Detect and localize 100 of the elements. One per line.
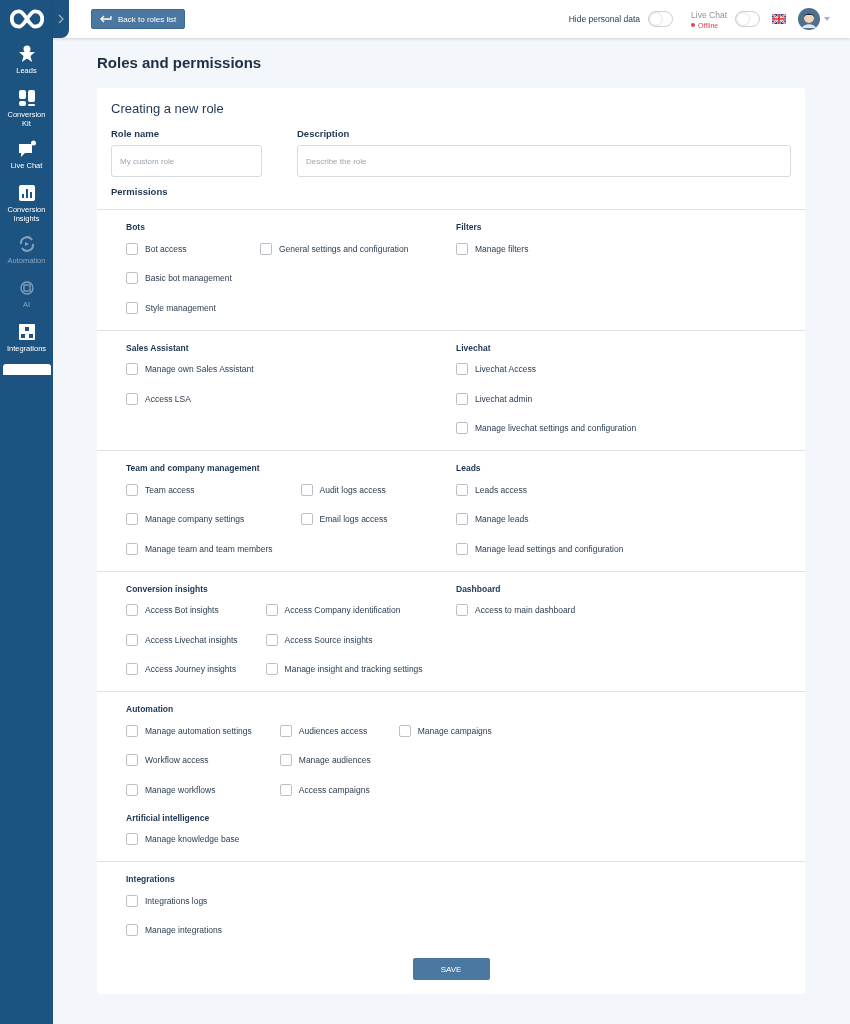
- checkbox[interactable]: [126, 833, 138, 846]
- avatar-icon[interactable]: [798, 8, 820, 30]
- permission-label: Manage company settings: [145, 514, 245, 525]
- permission-label: Access to main dashboard: [475, 605, 576, 616]
- checkbox[interactable]: [398, 724, 411, 737]
- checkbox[interactable]: [126, 272, 138, 285]
- permission-label: Access Journey insights: [145, 664, 237, 675]
- permissions-label: Permissions: [111, 186, 169, 197]
- checkbox[interactable]: [265, 633, 278, 646]
- chip-icon: [17, 279, 36, 297]
- checkbox[interactable]: [265, 663, 278, 676]
- group-title: Conversion insights: [126, 582, 209, 596]
- checkbox[interactable]: [126, 894, 138, 907]
- permission-label: Access Source insights: [284, 634, 373, 645]
- checkbox[interactable]: [279, 724, 292, 737]
- expand-tab[interactable]: [53, 0, 69, 38]
- permission-label: General settings and configuration: [278, 243, 409, 254]
- checkbox[interactable]: [126, 301, 138, 314]
- description-field[interactable]: Describe the role: [297, 145, 791, 177]
- role-name-field[interactable]: My custom role: [111, 145, 262, 177]
- checkbox[interactable]: [126, 754, 138, 767]
- star-icon: [17, 45, 36, 63]
- permission-label: Manage workflows: [145, 784, 216, 795]
- back-arrow-icon: [100, 15, 112, 23]
- back-button[interactable]: Back to roles list: [91, 9, 186, 29]
- checkbox[interactable]: [126, 783, 138, 796]
- group-title: Sales Assistant: [126, 341, 190, 355]
- checkbox[interactable]: [126, 392, 138, 405]
- field-label: Role name: [111, 128, 161, 139]
- permission-label: Manage filters: [475, 243, 529, 254]
- page-title: Roles and permissions: [97, 54, 263, 71]
- permission-label: Access Company identification: [284, 605, 401, 616]
- permission-label: Access LSA: [145, 393, 191, 404]
- permission-label: Basic bot management: [145, 273, 232, 284]
- cycle-icon: [17, 235, 36, 253]
- permission-label: Manage audiences: [298, 755, 371, 766]
- checkbox[interactable]: [126, 663, 138, 676]
- checkbox[interactable]: [279, 754, 292, 767]
- permission-label: Audiences access: [298, 725, 368, 736]
- checkbox[interactable]: [126, 242, 138, 255]
- sidebar-tab[interactable]: [2, 364, 51, 375]
- checkbox[interactable]: [126, 483, 138, 496]
- checkbox[interactable]: [126, 724, 138, 737]
- flag-icon[interactable]: [772, 14, 786, 24]
- group-title: Leads: [456, 462, 482, 475]
- permission-label: Access Bot insights: [145, 605, 219, 616]
- checkbox[interactable]: [456, 542, 468, 555]
- permission-label: Manage integrations: [145, 925, 223, 936]
- permission-label: Livechat Access: [475, 364, 536, 375]
- checkbox[interactable]: [126, 604, 138, 617]
- permission-label: Manage knowledge base: [145, 834, 240, 845]
- permission-label: Audit logs access: [319, 484, 386, 495]
- permission-label: Manage livechat settings and configuration: [475, 423, 637, 434]
- checkbox[interactable]: [259, 242, 272, 255]
- form-title: Creating a new role: [111, 101, 225, 116]
- permission-label: Manage lead settings and configuration: [475, 543, 624, 554]
- checkbox[interactable]: [126, 363, 138, 376]
- chat-icon: [17, 140, 36, 158]
- permission-label: Workflow access: [145, 755, 209, 766]
- caret-icon[interactable]: [824, 17, 830, 21]
- checkbox[interactable]: [300, 513, 313, 526]
- group-title: Filters: [456, 221, 483, 234]
- checkbox[interactable]: [456, 242, 468, 255]
- checkbox[interactable]: [456, 483, 468, 496]
- checkbox[interactable]: [126, 513, 138, 526]
- group-title: Team and company management: [126, 462, 261, 475]
- save-button[interactable]: SAVE: [412, 958, 490, 980]
- chart-icon: [17, 184, 36, 202]
- permission-label: Email logs access: [319, 514, 388, 525]
- permission-label: Manage automation settings: [145, 725, 252, 736]
- checkbox[interactable]: [456, 604, 468, 617]
- checkbox[interactable]: [300, 483, 313, 496]
- live-chat-toggle[interactable]: [735, 11, 760, 27]
- field-label: Description: [297, 128, 351, 139]
- hide-personal-data-toggle[interactable]: [648, 11, 674, 27]
- permission-label: Leads access: [475, 484, 527, 495]
- permission-label: Access campaigns: [298, 784, 370, 795]
- checkbox[interactable]: [265, 604, 278, 617]
- permission-label: Team access: [145, 484, 195, 495]
- permission-label: Livechat admin: [475, 393, 533, 404]
- checkbox[interactable]: [456, 513, 468, 526]
- checkbox[interactable]: [126, 924, 138, 937]
- permission-label: Style management: [145, 302, 216, 313]
- permission-label: Manage campaigns: [417, 725, 492, 736]
- group-title: Artificial intelligence: [126, 811, 211, 825]
- permission-label: Access Livechat insights: [145, 634, 238, 645]
- group-title: Bots: [126, 221, 146, 234]
- checkbox[interactable]: [126, 542, 138, 555]
- group-title: Automation: [126, 703, 175, 716]
- checkbox[interactable]: [456, 392, 468, 405]
- checkbox[interactable]: [126, 633, 138, 646]
- permission-label: Manage own Sales Assistant: [145, 364, 254, 375]
- checkbox[interactable]: [456, 363, 468, 376]
- live-chat-label: Live Chat: [691, 9, 727, 20]
- checkbox[interactable]: [456, 422, 468, 435]
- permission-label: Manage leads: [475, 514, 529, 525]
- permission-label: Integrations logs: [145, 895, 208, 906]
- chevron-right-icon: [58, 14, 64, 24]
- infinity-logo-icon[interactable]: [9, 8, 44, 30]
- checkbox[interactable]: [279, 783, 292, 796]
